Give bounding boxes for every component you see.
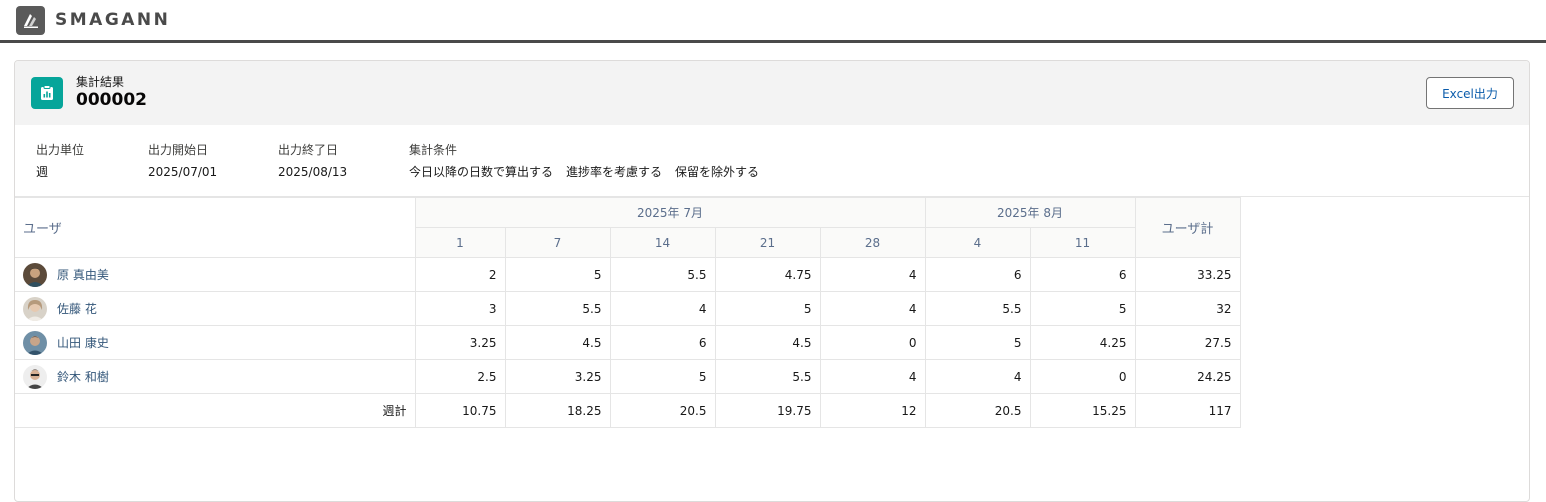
table-cell: 4	[609, 291, 716, 326]
brand-logo-icon[interactable]	[16, 5, 45, 35]
table-cell: 4	[819, 359, 926, 394]
week-total-cell: 20.5	[924, 393, 1031, 428]
user-name-link[interactable]: 佐藤 花	[57, 300, 97, 317]
week-header: 28	[819, 227, 926, 258]
week-header: 4	[924, 227, 1031, 258]
table-cell: 4.25	[1029, 325, 1136, 360]
table-cell: 6	[924, 257, 1031, 292]
table-cell: 0	[819, 325, 926, 360]
week-total-label: 週計	[15, 393, 416, 428]
week-header: 7	[504, 227, 611, 258]
table-cell: 4	[819, 257, 926, 292]
unit-label: 出力単位	[36, 143, 85, 157]
avatar[interactable]	[23, 364, 47, 389]
table-cell: 0	[1029, 359, 1136, 394]
avatar[interactable]	[23, 296, 47, 321]
week-header: 14	[609, 227, 716, 258]
avatar[interactable]	[23, 330, 47, 355]
unit-value: 週	[36, 165, 49, 179]
table-cell: 4	[924, 359, 1031, 394]
table-cell: 5	[714, 291, 821, 326]
week-header: 21	[714, 227, 821, 258]
user-column-header[interactable]: ユーザ	[15, 197, 416, 258]
table-row: 山田 康史 3.25 4.5 6 4.5 0 5 4.25 27.5	[15, 325, 1241, 360]
table-cell: 2	[414, 257, 506, 292]
user-name-link[interactable]: 鈴木 和樹	[57, 368, 109, 385]
end-date-label: 出力終了日	[278, 143, 339, 157]
condition-item: 進捗率を考慮する	[566, 165, 663, 179]
condition-item: 今日以降の日数で算出する	[409, 165, 554, 179]
table-cell: 5	[924, 325, 1031, 360]
table-cell: 4.5	[714, 325, 821, 360]
table-cell: 2.5	[414, 359, 506, 394]
page-title: 000002	[76, 90, 147, 110]
table-cell: 6	[1029, 257, 1136, 292]
table-cell: 5.5	[504, 291, 611, 326]
user-total-cell: 24.25	[1134, 359, 1241, 394]
table-cell: 5	[504, 257, 611, 292]
user-name-link[interactable]: 山田 康史	[57, 334, 109, 351]
table-cell: 3	[414, 291, 506, 326]
table-row: 鈴木 和樹 2.5 3.25 5 5.5 4 4 0 24.25	[15, 359, 1241, 394]
week-header: 1	[415, 227, 506, 258]
user-total-cell: 27.5	[1134, 325, 1241, 360]
week-header: 11	[1029, 227, 1136, 258]
table-cell: 4.5	[504, 325, 611, 360]
table-cell: 3.25	[504, 359, 611, 394]
aggregate-result-card: 集計結果 000002 Excel出力 出力単位 週 出力開始日 2025/07…	[14, 60, 1530, 502]
week-total-cell: 12	[819, 393, 926, 428]
table-cell: 5	[609, 359, 716, 394]
avatar[interactable]	[23, 262, 47, 287]
start-date-value: 2025/07/01	[148, 165, 218, 179]
table-cell: 6	[609, 325, 716, 360]
week-total-cell: 10.75	[414, 393, 506, 428]
brand-name[interactable]: SMAGANN	[55, 10, 170, 30]
conditions-label: 集計条件	[409, 143, 458, 157]
table-row: 原 真由美 2 5 5.5 4.75 4 6 6 33.25	[15, 257, 1241, 292]
table-cell: 5	[1029, 291, 1136, 326]
condition-item: 保留を除外する	[675, 165, 760, 179]
user-name-link[interactable]: 原 真由美	[57, 266, 109, 283]
top-bar: SMAGANN	[0, 0, 1546, 43]
user-total-cell: 32	[1134, 291, 1241, 326]
record-type-label: 集計結果	[76, 75, 125, 89]
card-header: 集計結果 000002 Excel出力	[15, 61, 1529, 125]
aggregate-settings: 出力単位 週 出力開始日 2025/07/01 出力終了日 2025/08/13…	[15, 125, 1529, 197]
clipboard-chart-icon	[31, 77, 63, 109]
conditions-value: 今日以降の日数で算出する 進捗率を考慮する 保留を除外する	[409, 163, 772, 181]
month-header-august: 2025年 8月	[924, 197, 1136, 228]
user-total-column-header: ユーザ計	[1134, 197, 1241, 258]
table-cell: 3.25	[414, 325, 506, 360]
end-date-value: 2025/08/13	[278, 165, 348, 179]
table-cell: 5.5	[924, 291, 1031, 326]
aggregate-table: ユーザ 2025年 7月 2025年 8月 ユーザ計 1 7 14 21 28 …	[15, 197, 1241, 428]
table-cell: 4	[819, 291, 926, 326]
start-date-label: 出力開始日	[148, 143, 209, 157]
week-total-row: 週計 10.75 18.25 20.5 19.75 12 20.5 15.25 …	[15, 393, 1241, 428]
table-cell: 4.75	[714, 257, 821, 292]
week-total-cell: 18.25	[504, 393, 611, 428]
grand-total-cell: 117	[1134, 393, 1241, 428]
table-cell: 5.5	[714, 359, 821, 394]
week-total-cell: 15.25	[1029, 393, 1136, 428]
month-header-july: 2025年 7月	[414, 197, 926, 228]
week-total-cell: 19.75	[714, 393, 821, 428]
excel-export-button[interactable]: Excel出力	[1426, 77, 1514, 109]
user-total-cell: 33.25	[1134, 257, 1241, 292]
week-total-cell: 20.5	[609, 393, 716, 428]
table-row: 佐藤 花 3 5.5 4 5 4 5.5 5 32	[15, 291, 1241, 326]
table-cell: 5.5	[609, 257, 716, 292]
